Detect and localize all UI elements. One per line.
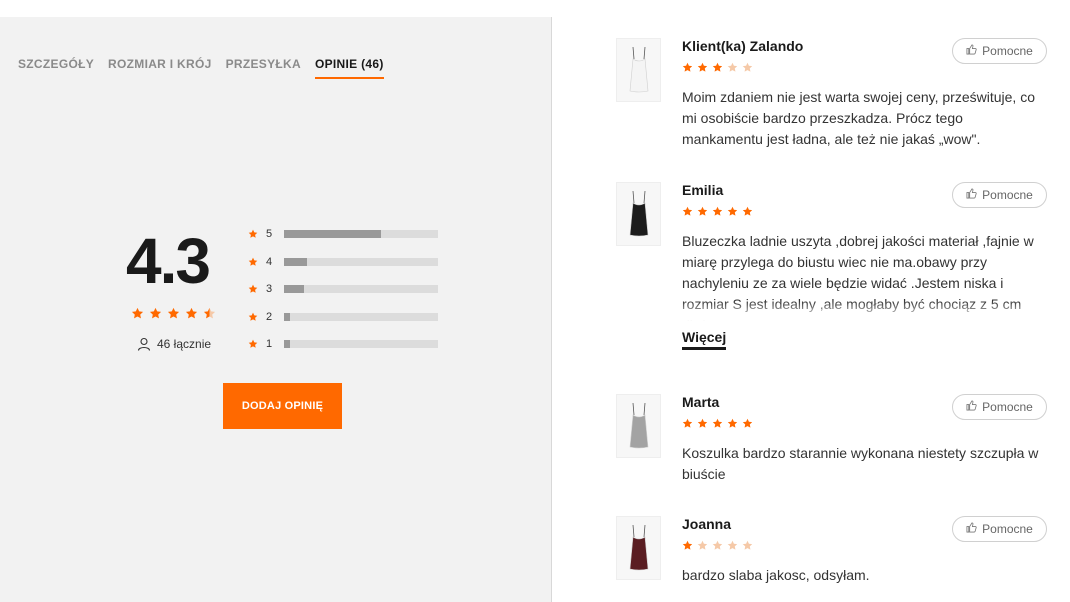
review-text: Bluzeczka ladnie uszyta ,dobrej jakości …: [682, 231, 1042, 321]
rating-bar-track: [284, 230, 438, 238]
review-text: bardzo slaba jakosc, odsyłam.: [682, 567, 870, 583]
rating-bar-track: [284, 257, 438, 266]
star-icon: [167, 307, 180, 319]
tab-reviews[interactable]: OPINIE (46): [314, 57, 384, 79]
product-thumbnail: [616, 182, 661, 246]
camisole-icon: [629, 524, 648, 571]
helpful-button[interactable]: Pomocne: [952, 394, 1047, 420]
review-text: Moim zdaniem nie jest warta swojej ceny,…: [682, 89, 1035, 147]
helpful-label: Pomocne: [982, 522, 1033, 536]
rating-level: 1: [266, 338, 273, 350]
rating-level: 3: [266, 283, 273, 295]
rating-row-4: 4: [248, 255, 438, 269]
rating-bar-fill: [284, 312, 291, 321]
rating-row-2: 2: [248, 310, 438, 324]
rating-distribution: 5 4 3 2 1: [248, 227, 438, 365]
star-icon: [742, 206, 753, 216]
star-icon: [742, 62, 753, 72]
text-fade: [682, 301, 1042, 321]
product-tabs: SZCZEGÓŁY ROZMIAR I KRÓJ PRZESYŁKA OPINI…: [18, 57, 384, 79]
reviews-summary-panel: SZCZEGÓŁY ROZMIAR I KRÓJ PRZESYŁKA OPINI…: [0, 17, 552, 602]
helpful-label: Pomocne: [982, 400, 1033, 414]
star-icon: [248, 257, 258, 266]
helpful-button[interactable]: Pomocne: [952, 38, 1047, 64]
star-icon: [712, 62, 723, 72]
camisole-icon: [629, 402, 648, 449]
star-icon: [682, 418, 693, 428]
star-icon: [185, 307, 198, 319]
total-reviews-label: 46 łącznie: [157, 337, 212, 351]
star-icon: [131, 307, 144, 319]
rating-level: 2: [266, 310, 273, 323]
rating-level: 5: [266, 228, 273, 240]
tab-shipping[interactable]: PRZESYŁKA: [226, 57, 301, 79]
helpful-button[interactable]: Pomocne: [952, 182, 1047, 208]
read-more-link[interactable]: Więcej: [682, 329, 727, 350]
star-icon: [697, 206, 708, 216]
camisole-icon: [629, 190, 648, 237]
thumbs-up-icon: [966, 44, 977, 58]
star-icon: [697, 62, 708, 72]
total-reviews: 46 łącznie: [137, 337, 211, 351]
product-thumbnail: [616, 38, 661, 102]
rating-bar-track: [284, 312, 438, 321]
rating-bar-track: [284, 285, 438, 293]
average-rating: 4.3: [126, 225, 211, 297]
add-review-button[interactable]: DODAJ OPINIĘ: [223, 383, 342, 429]
star-icon: [682, 206, 693, 216]
star-icon: [149, 307, 162, 319]
star-icon: [248, 339, 258, 348]
rating-bar-fill: [284, 230, 382, 238]
star-icon: [682, 540, 693, 550]
star-icon: [712, 206, 723, 216]
star-icon: [727, 540, 738, 550]
rating-row-5: 5: [248, 227, 438, 241]
tab-details[interactable]: SZCZEGÓŁY: [18, 57, 94, 79]
rating-row-1: 1: [248, 337, 438, 351]
star-icon: [203, 307, 216, 319]
rating-level: 4: [266, 255, 273, 268]
review-text: Koszulka bardzo starannie wykonana niest…: [682, 445, 1039, 482]
product-thumbnail: [616, 394, 661, 458]
helpful-label: Pomocne: [982, 188, 1033, 202]
rating-bar-fill: [284, 257, 308, 266]
star-icon: [697, 418, 708, 428]
star-icon: [682, 62, 693, 72]
helpful-label: Pomocne: [982, 44, 1033, 58]
product-thumbnail: [616, 516, 661, 580]
rating-bar-fill: [284, 285, 305, 293]
star-icon: [697, 540, 708, 550]
star-icon: [248, 284, 258, 293]
helpful-button[interactable]: Pomocne: [952, 516, 1047, 542]
average-rating-stars: [131, 307, 216, 320]
star-icon: [248, 229, 258, 238]
thumbs-up-icon: [966, 522, 977, 536]
rating-bar-track: [284, 340, 438, 348]
star-icon: [727, 418, 738, 428]
rating-bar-fill: [284, 340, 291, 348]
rating-row-3: 3: [248, 282, 438, 296]
star-icon: [712, 540, 723, 550]
star-icon: [248, 312, 258, 321]
star-icon: [727, 206, 738, 216]
tab-size-fit[interactable]: ROZMIAR I KRÓJ: [108, 57, 212, 79]
camisole-icon: [629, 46, 648, 93]
thumbs-up-icon: [966, 188, 977, 202]
star-icon: [727, 62, 738, 72]
person-icon: [137, 337, 151, 351]
review-list: Klient(ka) Zalando Moim zdaniem nie jest…: [553, 0, 1070, 602]
thumbs-up-icon: [966, 400, 977, 414]
star-icon: [742, 418, 753, 428]
page: SZCZEGÓŁY ROZMIAR I KRÓJ PRZESYŁKA OPINI…: [0, 0, 1070, 602]
star-icon: [742, 540, 753, 550]
star-icon: [712, 418, 723, 428]
